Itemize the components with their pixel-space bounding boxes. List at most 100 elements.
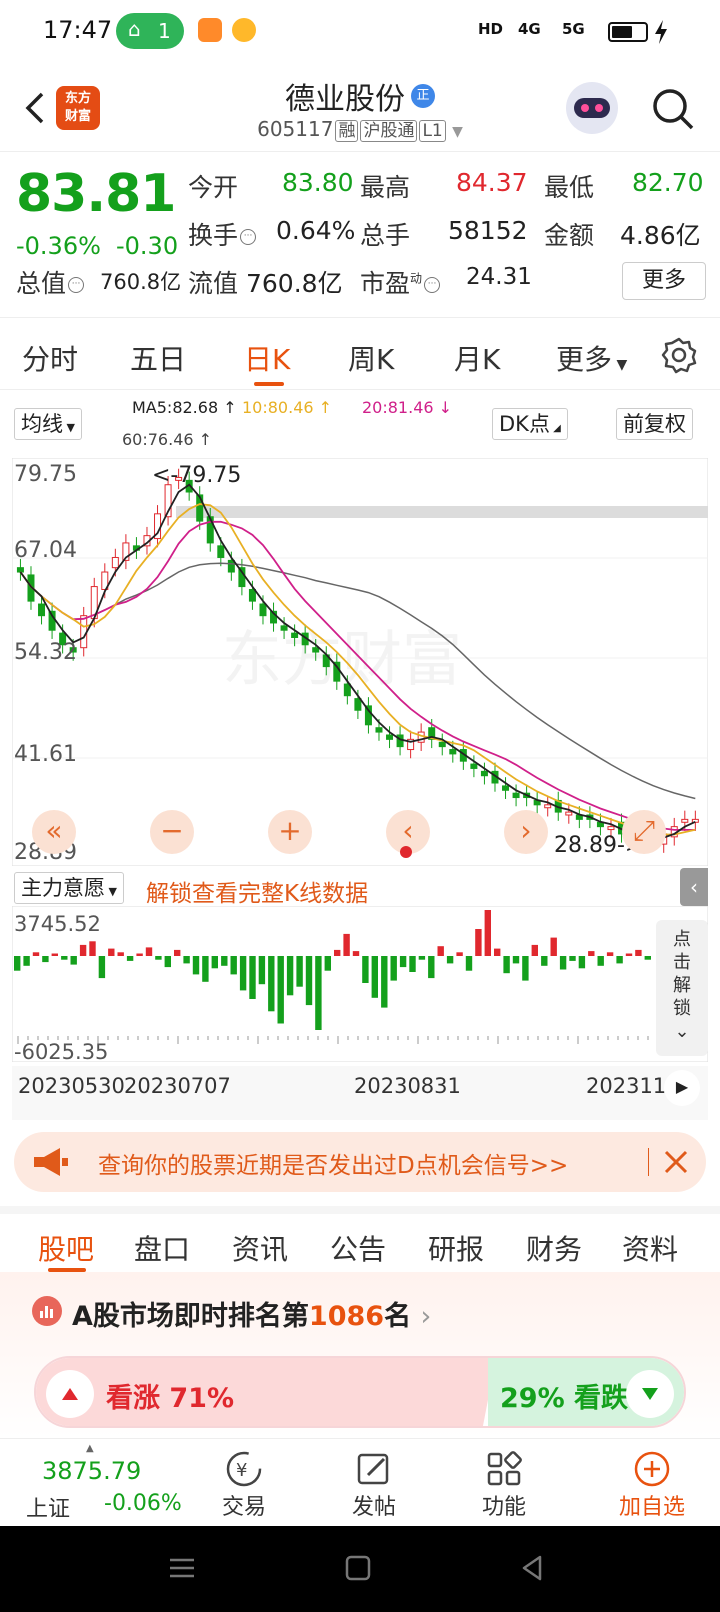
tab-profile[interactable]: 资料 [622,1228,678,1268]
high-label: 最高 [360,173,411,202]
wifi-icon: ⌂ [128,17,141,41]
period-tabs: 分时 五日 日K 周K 月K 更多 ▼ [0,320,720,390]
candle-body [470,763,478,769]
dk-point-select[interactable]: DK点 ◢ [492,408,568,440]
indicator-bar [108,948,115,956]
indicator-bar [550,937,557,956]
indicator-bar [268,956,275,1012]
indicator-chart[interactable] [12,906,708,1062]
indicator-bar [578,956,586,969]
bear-vote-button[interactable] [626,1370,674,1418]
bear-label: 29% 看跌 [500,1383,629,1414]
indicator-bar [324,956,331,971]
indicator-bar [362,956,369,983]
indicator-bar [334,949,341,956]
indicator-bar [42,956,49,963]
turnover-label[interactable]: 换手 ··· [188,216,257,252]
quote-panel: 83.81 -0.36% -0.30 今开 83.80 最高 84.37 最低 … [0,152,720,318]
tab-research[interactable]: 研报 [428,1228,484,1268]
ma-select[interactable]: 均线 ▼ [14,408,82,440]
indicator-bar [559,956,567,970]
tab-intraday[interactable]: 分时 [22,338,78,378]
candle-body [502,785,510,791]
post-button[interactable]: 发帖 [324,1449,424,1521]
last-price: 83.81 [16,164,176,224]
volume-label: 总手 [360,221,411,250]
bull-vote-button[interactable] [46,1370,94,1418]
notification-app-icon-2 [232,18,256,42]
caret-down-icon: ▼ [63,421,75,434]
indicator-bar [465,956,473,971]
home-icon[interactable] [344,1554,372,1582]
functions-button[interactable]: 功能 [454,1449,554,1521]
zoom-in-button[interactable]: + [268,810,312,854]
adjust-button[interactable]: 前复权 [616,408,693,440]
indicator-bar [503,956,510,974]
ranking-prefix: A股市场即时排名第 [72,1301,309,1332]
market-cap-label[interactable]: 总值 ··· [16,264,85,300]
index-value[interactable]: 3875.79 [42,1457,141,1485]
candle-body [280,625,288,631]
tab-more[interactable]: 更多 ▼ [556,338,627,378]
play-arrow-icon[interactable]: ▶ [664,1070,700,1106]
stock-code: 605117 [257,117,334,141]
candle-body [438,741,446,748]
indicator-bar [202,956,209,982]
expand-button[interactable]: ⤢ [622,810,666,854]
kline-chart[interactable]: 东方财富 <-79.75 28.89-> [12,458,708,866]
tab-pankou[interactable]: 盘口 [134,1228,190,1268]
menu-icon[interactable] [168,1554,196,1582]
info-icon: ··· [68,277,85,293]
close-icon[interactable] [662,1148,690,1176]
more-button[interactable]: 更多 [622,262,706,300]
tab-news[interactable]: 资讯 [232,1228,288,1268]
wifi-indicator: ⌂ 1 [116,13,184,49]
indicator-bar [315,956,322,1030]
add-watchlist-button[interactable]: 加自选 [602,1449,702,1521]
trade-label: 交易 [221,1495,266,1520]
system-nav-bar [0,1526,720,1612]
tab-monthly-k[interactable]: 月K [454,338,500,378]
back-icon[interactable] [518,1554,546,1582]
ranking-text[interactable]: A股市场即时排名第1086名 › [72,1294,431,1333]
amount-value: 4.86亿 [620,221,701,250]
indicator-bar [616,956,623,964]
indicator-bar [522,956,529,981]
collapse-panel-button[interactable]: ‹ [680,868,708,906]
scroll-left-fast-button[interactable]: « [32,810,76,854]
indicator-bar [211,956,218,969]
index-change[interactable]: -0.06% [104,1491,182,1516]
turnover-value: 0.64% [276,216,356,245]
sentiment-bar: 看涨 71% 29% 看跌 [34,1356,686,1428]
connect-tag: 沪股通 [360,120,418,142]
unlock-kline-link[interactable]: 解锁查看完整K线数据 [146,874,368,908]
zoom-out-button[interactable]: − [150,810,194,854]
indicator-bar [79,944,87,956]
tab-guba[interactable]: 股吧 [38,1228,94,1268]
active-dot [400,846,412,858]
grid-icon [487,1451,522,1486]
indicator-bar [371,956,378,998]
chevron-down-icon: ▼ [452,124,463,140]
indicator-bar [230,956,237,975]
side-unlock-button[interactable]: 点击解锁 ⌄ [656,920,708,1056]
tab-daily-k[interactable]: 日K [244,338,290,378]
tab-announcement[interactable]: 公告 [330,1228,386,1268]
search-icon[interactable] [650,86,696,132]
gear-icon[interactable] [660,336,698,374]
pe-label[interactable]: 市盈动 ··· [360,264,441,300]
promo-banner[interactable]: 查询你的股票近期是否发出过D点机会信号>> [14,1132,706,1192]
tab-five-day[interactable]: 五日 [130,338,186,378]
tab-finance[interactable]: 财务 [526,1228,582,1268]
battery-icon [608,22,648,42]
scroll-right-button[interactable]: › [504,810,548,854]
candle-body [38,603,46,617]
index-name[interactable]: 上证 [26,1491,70,1523]
high-value: 84.37 [456,168,528,197]
bull-fill [36,1358,496,1426]
trade-button[interactable]: ¥ 交易 [194,1449,294,1521]
robot-assistant-icon[interactable] [566,82,618,134]
stock-header: 东方 财富 德业股份 正 605117 融沪股通 L1 ▼ [0,66,720,152]
tab-weekly-k[interactable]: 周K [348,338,394,378]
indicator-select[interactable]: 主力意愿 ▼ [14,872,124,904]
